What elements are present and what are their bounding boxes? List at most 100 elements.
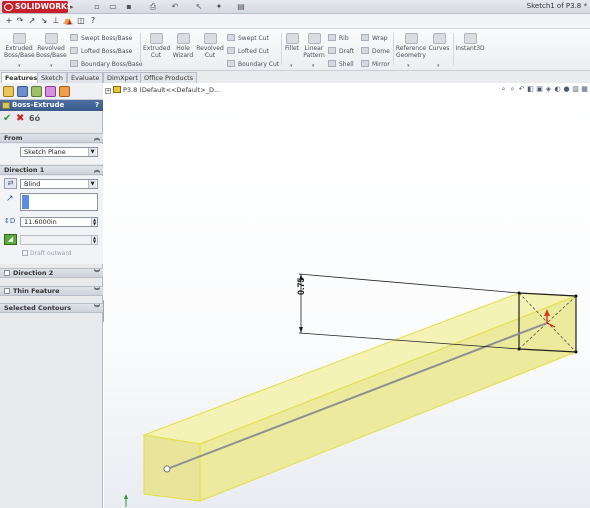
- lofted-boss-button[interactable]: Lofted Boss/Base: [70, 47, 132, 56]
- display-manager-icon[interactable]: [59, 86, 70, 97]
- revolved-cut-button[interactable]: Revolved Cut: [196, 33, 224, 59]
- menu-arrow-icon[interactable]: ▸: [70, 3, 74, 11]
- ok-icon[interactable]: ✔: [3, 113, 11, 124]
- dome-button[interactable]: Dome: [361, 47, 390, 56]
- swept-cut-button[interactable]: Swept Cut: [227, 34, 269, 43]
- draft-outward-checkbox[interactable]: Draft outward: [22, 250, 72, 258]
- ribbon-separator: [393, 33, 394, 65]
- hole-wizard-button[interactable]: Hole Wizard: [171, 33, 195, 59]
- instant3d-button[interactable]: Instant3D: [455, 33, 485, 52]
- dimension-value[interactable]: 0.75: [296, 277, 306, 295]
- draft-button[interactable]: Draft: [328, 47, 354, 56]
- collapse-icon[interactable]: ︽: [94, 134, 100, 143]
- solidworks-logo[interactable]: SOLIDWORKS: [2, 1, 72, 13]
- direction1-group-header[interactable]: Direction 1 ︽: [0, 165, 103, 175]
- heads-up-toolbar: + ↷ ↗ ↘ ⊥ ⛺ ◫ ?: [0, 14, 590, 29]
- extruded-boss-button[interactable]: Extruded Boss/Base: [4, 33, 35, 59]
- checkbox-icon[interactable]: [4, 288, 10, 294]
- selected-contours-group-header[interactable]: Selected Contours ︾: [0, 303, 103, 313]
- trim-icon[interactable]: ↘: [39, 16, 49, 26]
- command-tabs: Features Sketch Evaluate DimXpert Office…: [0, 71, 590, 83]
- undo-icon[interactable]: ↶: [170, 2, 180, 12]
- wrap-button[interactable]: Wrap: [361, 34, 388, 43]
- from-group-header[interactable]: From ︽: [0, 133, 103, 143]
- rib-button[interactable]: Rib: [328, 34, 349, 43]
- sweep-cut-icon: [227, 34, 235, 41]
- dropdown-caret-icon[interactable]: ▾: [50, 63, 53, 69]
- dropdown-caret-icon[interactable]: ▾: [437, 63, 440, 69]
- curves-button[interactable]: Curves: [428, 33, 450, 52]
- feature-title: Boss-Extrude: [12, 101, 65, 109]
- options-icon[interactable]: ▤: [236, 2, 246, 12]
- direction-arrow-icon: ↗: [6, 194, 14, 204]
- dropdown-caret-icon[interactable]: ▾: [407, 63, 410, 69]
- mirror-button[interactable]: Mirror: [361, 60, 390, 69]
- spinner-icon[interactable]: ▲ ▼: [91, 236, 97, 244]
- tab-features[interactable]: Features: [1, 72, 42, 83]
- detailed-preview-icon[interactable]: 6ó: [29, 113, 40, 124]
- dimension-icon[interactable]: ⊥: [51, 16, 61, 26]
- configuration-manager-icon[interactable]: [31, 86, 42, 97]
- shell-button[interactable]: Shell: [328, 60, 354, 69]
- tab-dimxpert[interactable]: DimXpert: [103, 72, 142, 83]
- extrude-icon: [12, 33, 26, 44]
- dimension-extension-line: [298, 273, 520, 294]
- end-condition-select[interactable]: Blind ▼: [20, 179, 98, 189]
- linear-pattern-button[interactable]: Linear Pattern: [302, 33, 326, 59]
- cancel-icon[interactable]: ✖: [16, 113, 24, 124]
- property-manager-icon[interactable]: [17, 86, 28, 97]
- expand-icon[interactable]: ︾: [94, 304, 100, 313]
- pattern-icon: [307, 33, 321, 44]
- reverse-direction-icon[interactable]: ⇄: [4, 178, 17, 189]
- checkbox-icon[interactable]: [4, 270, 10, 276]
- ribbon-separator: [453, 33, 454, 65]
- dropdown-caret-icon[interactable]: ▾: [290, 63, 293, 69]
- dropdown-caret-icon[interactable]: ▾: [18, 63, 21, 69]
- from-select[interactable]: Sketch Plane ▼: [20, 147, 98, 157]
- save-icon[interactable]: ▪: [124, 2, 134, 12]
- select-icon[interactable]: ↖: [194, 2, 204, 12]
- revolve-cut-icon: [203, 33, 217, 44]
- extruded-cut-button[interactable]: Extruded Cut: [143, 33, 170, 59]
- new-document-icon[interactable]: ▫: [92, 2, 102, 12]
- draft-angle-input[interactable]: ▲ ▼: [20, 235, 98, 245]
- mirror-icon: [361, 60, 369, 67]
- help-icon[interactable]: ?: [88, 16, 98, 26]
- collapse-icon[interactable]: ︽: [94, 166, 100, 175]
- direction-reference-list[interactable]: [20, 193, 98, 211]
- arc-icon[interactable]: ↷: [15, 16, 25, 26]
- tab-office-products[interactable]: Office Products: [140, 72, 198, 83]
- curves-icon: [432, 33, 446, 44]
- revolved-boss-button[interactable]: Revolved Boss/Base: [36, 33, 67, 59]
- open-icon[interactable]: ▭: [108, 2, 118, 12]
- graphics-area[interactable]: + P3.8 (Default<<Default>_D... ⌕ ⌕ ↶ ◧ ▣ …: [104, 83, 590, 508]
- print-icon[interactable]: ⎙: [148, 2, 158, 12]
- draft-on-off-icon[interactable]: ◢: [4, 234, 17, 245]
- tab-evaluate[interactable]: Evaluate: [67, 72, 104, 83]
- checkbox-icon: [22, 250, 28, 256]
- help-icon[interactable]: ?: [95, 100, 99, 111]
- property-manager-panel: Boss-Extrude ? ✔ ✖ 6ó From ︽ Sketch Plane…: [0, 83, 103, 508]
- swept-boss-button[interactable]: Swept Boss/Base: [70, 34, 132, 43]
- fillet-button[interactable]: Fillet: [283, 33, 301, 52]
- expand-icon[interactable]: ︾: [94, 287, 100, 296]
- model-view[interactable]: 0.75: [104, 83, 590, 508]
- lofted-cut-button[interactable]: Lofted Cut: [227, 47, 269, 56]
- dimxpert-manager-icon[interactable]: [45, 86, 56, 97]
- feature-tree-icon[interactable]: [3, 86, 14, 97]
- rebuild-icon[interactable]: ✦: [214, 2, 224, 12]
- boundary-boss-button[interactable]: Boundary Boss/Base: [70, 60, 142, 69]
- expand-icon[interactable]: ︾: [94, 269, 100, 278]
- thin-feature-group-header[interactable]: Thin Feature ︾: [0, 286, 103, 296]
- reference-geometry-button[interactable]: Reference Geometry: [395, 33, 427, 59]
- dropdown-caret-icon[interactable]: ▾: [312, 63, 315, 69]
- depth-input[interactable]: 11.6000in ▲ ▼: [20, 217, 98, 227]
- tab-sketch[interactable]: Sketch: [37, 72, 67, 83]
- line-icon[interactable]: ↗: [27, 16, 37, 26]
- view-icon[interactable]: ⛺: [63, 16, 73, 26]
- direction2-group-header[interactable]: Direction 2 ︾: [0, 268, 103, 278]
- add-icon[interactable]: +: [4, 16, 14, 26]
- boundary-cut-button[interactable]: Boundary Cut: [227, 60, 279, 69]
- appearance-icon[interactable]: ◫: [76, 16, 86, 26]
- spinner-icon[interactable]: ▲ ▼: [91, 218, 97, 226]
